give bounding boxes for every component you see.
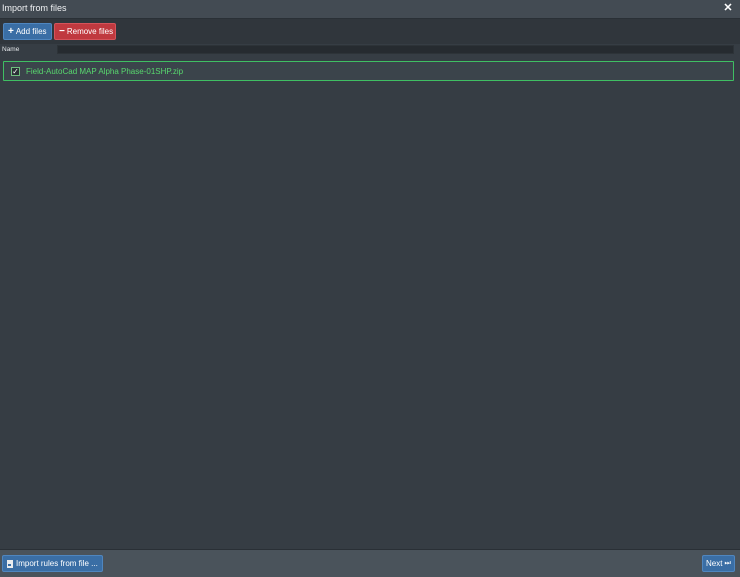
import-dialog: Import from files ✕ + Add files − Remove… [0,0,740,577]
name-column-header[interactable]: Name [2,46,19,53]
import-rules-label: Import rules from file ... [16,559,98,568]
table-header: Name [0,44,740,56]
skip-forward-icon: ⏭ [724,559,731,567]
import-rules-button[interactable]: Import rules from file ... [2,555,103,572]
remove-files-label: Remove files [66,27,114,36]
file-name: Field-AutoCad MAP Alpha Phase-01SHP.zip [26,67,184,76]
plus-icon: + [8,25,14,37]
add-files-label: Add files [15,27,47,36]
title-bar: Import from files ✕ [0,0,740,19]
file-checkbox[interactable]: ✓ [11,67,20,76]
file-import-icon [7,559,13,568]
dialog-title: Import from files [2,3,67,13]
next-button[interactable]: Next ⏭ [702,555,735,572]
remove-files-button[interactable]: − Remove files [54,23,116,40]
list-item[interactable]: ✓ Field-AutoCad MAP Alpha Phase-01SHP.zi… [3,61,734,81]
close-icon[interactable]: ✕ [722,2,734,14]
next-label: Next [706,559,723,568]
minus-icon: − [59,25,65,37]
name-filter-input[interactable] [57,45,734,54]
toolbar: + Add files − Remove files [0,19,740,44]
add-files-button[interactable]: + Add files [3,23,52,40]
footer-bar: Import rules from file ... Next ⏭ [0,549,740,577]
file-list: ✓ Field-AutoCad MAP Alpha Phase-01SHP.zi… [2,60,735,548]
